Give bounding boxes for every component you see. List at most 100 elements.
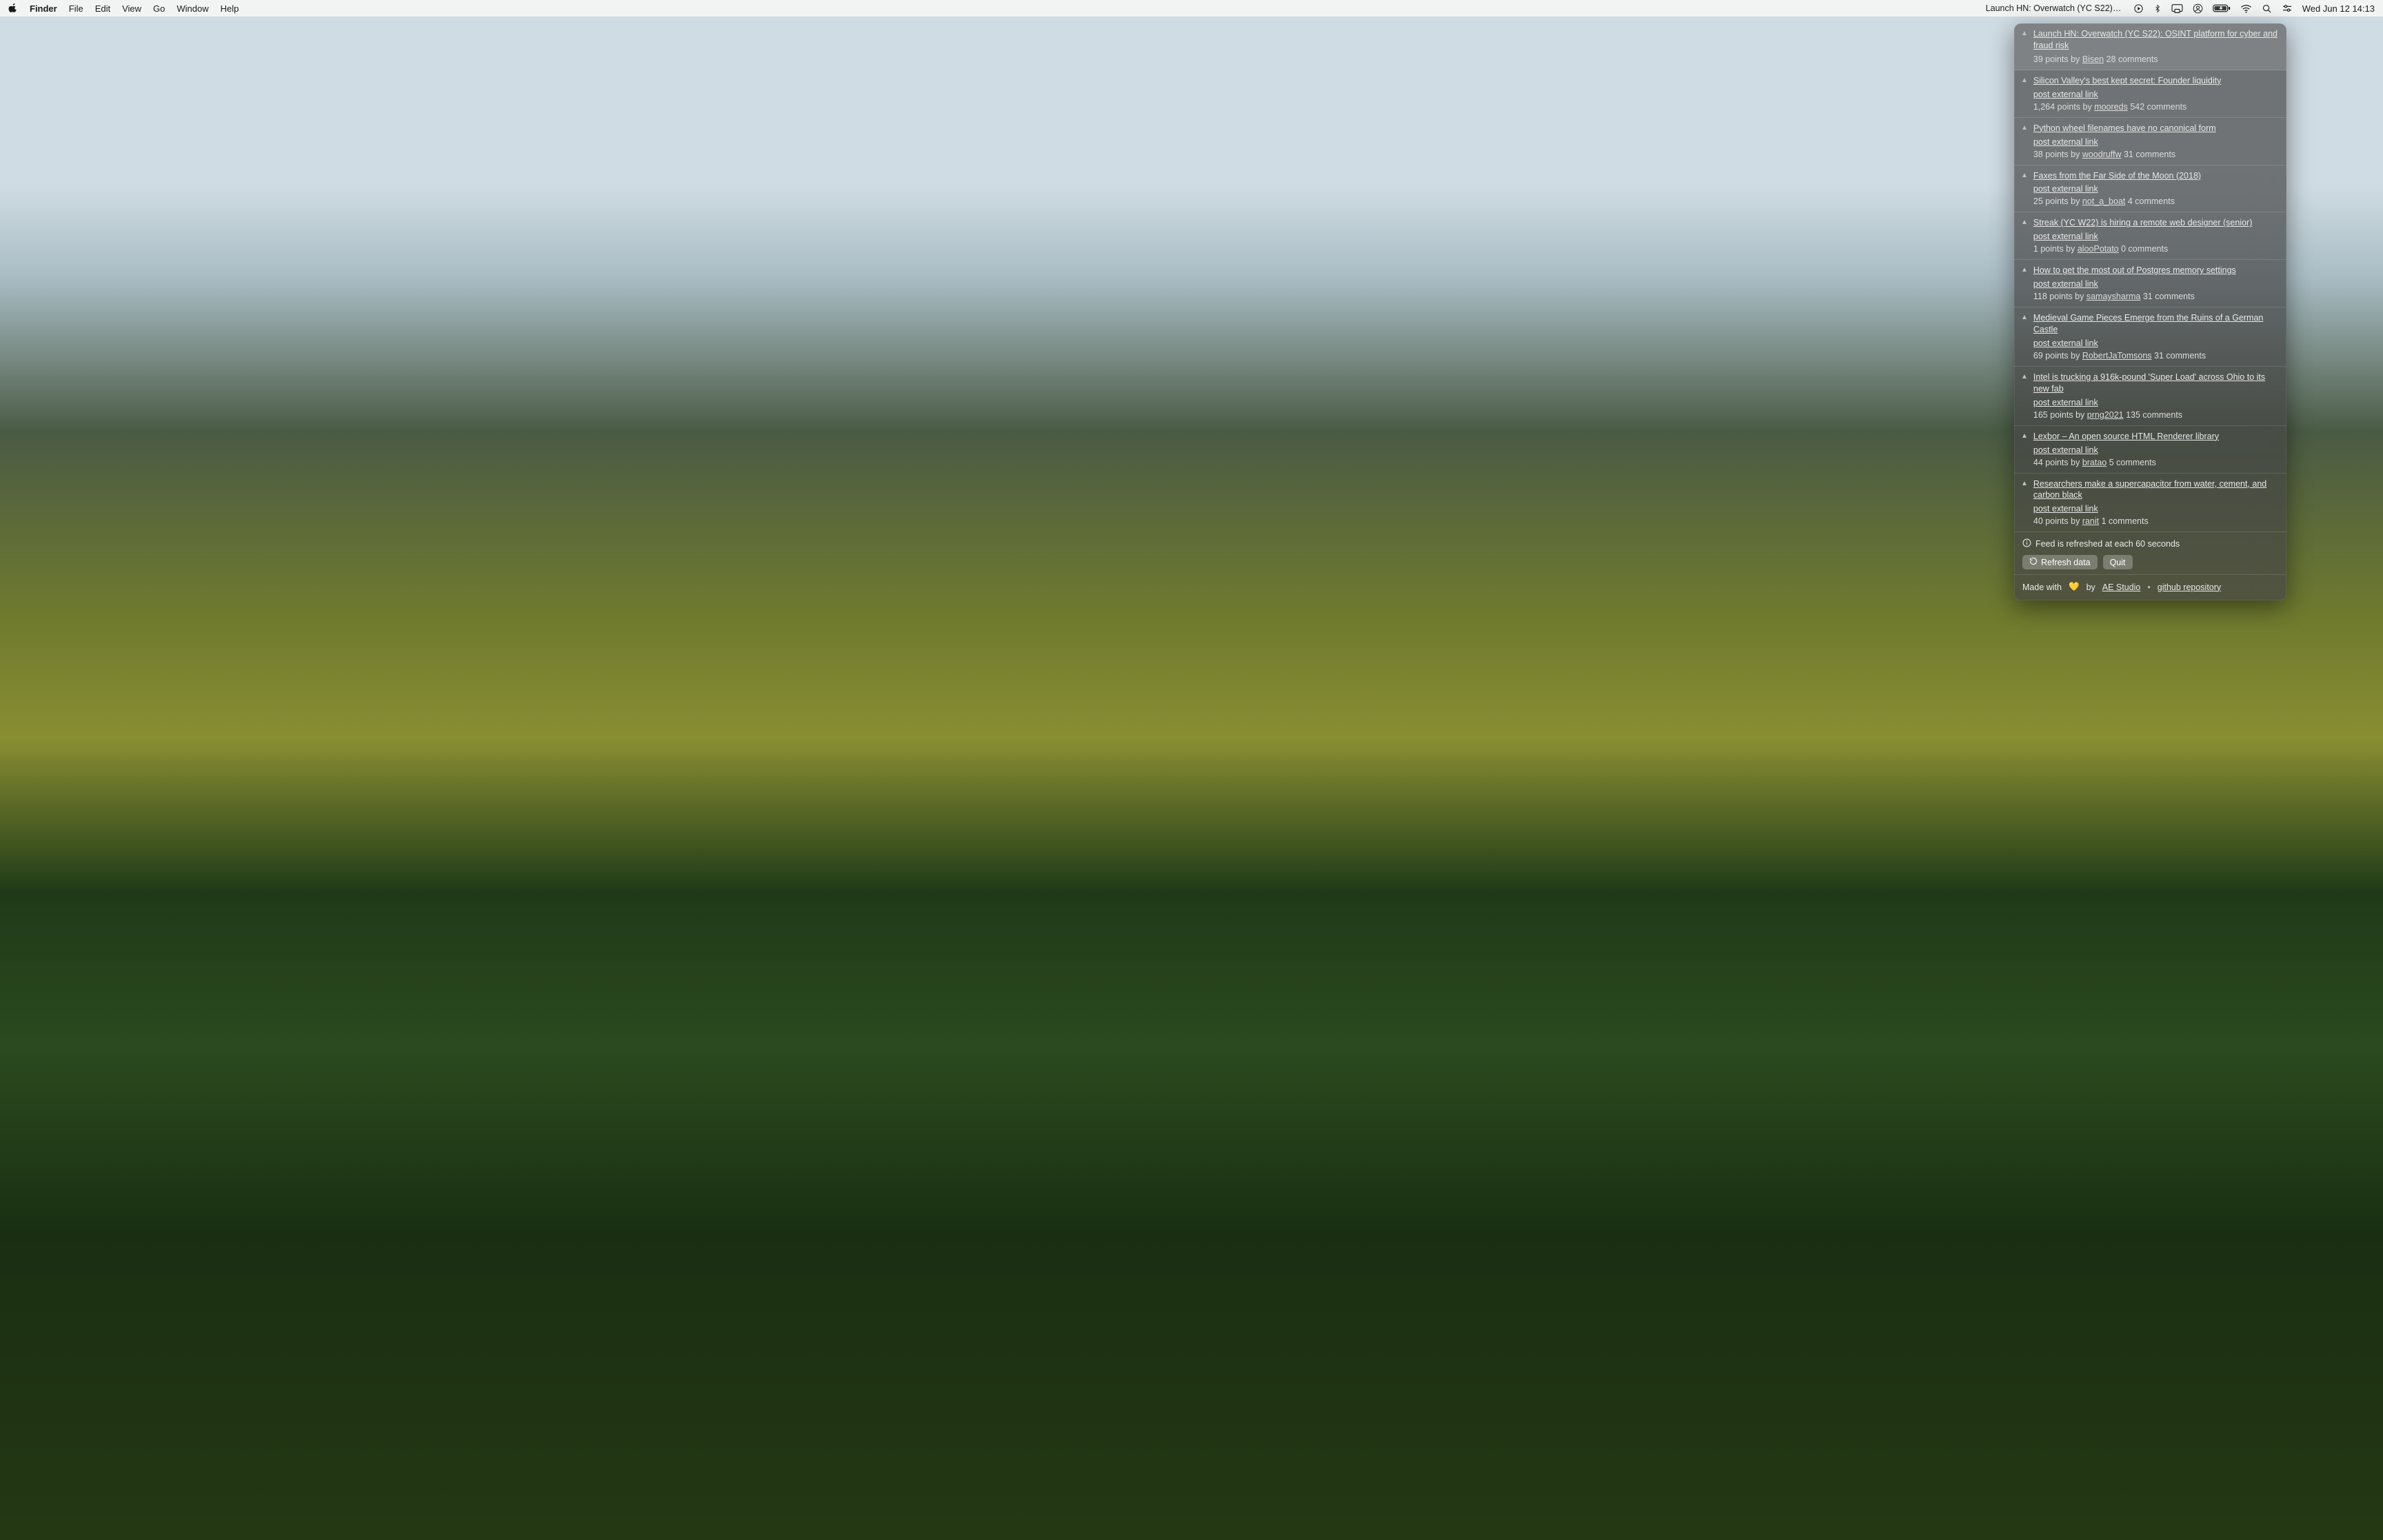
story-title-link[interactable]: How to get the most out of Postgres memo… [2033,265,2236,275]
story-title-link[interactable]: Streak (YC W22) is hiring a remote web d… [2033,218,2252,227]
story-author-link[interactable]: Bisen [2082,54,2104,64]
story-author-link[interactable]: alooPotato [2078,244,2119,254]
story-title-link[interactable]: Medieval Game Pieces Emerge from the Rui… [2033,313,2263,334]
bluetooth-icon[interactable] [2153,3,2162,14]
story-author-link[interactable]: ranit [2082,516,2099,526]
info-icon [2022,538,2031,549]
story-comments-link[interactable]: 4 comments [2128,196,2175,206]
story-external-link[interactable]: post external link [2033,445,2098,455]
story-meta: 40 points by ranit 1 comments [2033,516,2280,526]
story-title-link[interactable]: Intel is trucking a 916k-pound 'Super Lo… [2033,372,2265,394]
control-center-icon[interactable] [2282,3,2293,13]
upvote-icon[interactable]: ▲ [2021,373,2028,381]
story-author-link[interactable]: prng2021 [2087,410,2124,420]
points-by-label: points by [2050,410,2084,420]
story-meta: 165 points by prng2021 135 comments [2033,410,2280,420]
menubar-item-go[interactable]: Go [153,3,165,14]
story-meta: 118 points by samaysharma 31 comments [2033,292,2280,301]
story-comments-link[interactable]: 31 comments [2154,351,2206,361]
upvote-icon[interactable]: ▲ [2021,266,2028,274]
refresh-button-label: Refresh data [2041,558,2091,567]
story-points: 44 [2033,458,2043,467]
upvote-icon[interactable]: ▲ [2021,314,2028,321]
quit-button-label: Quit [2110,558,2126,567]
story-points: 69 [2033,351,2043,361]
story-comments-link[interactable]: 31 comments [2124,150,2175,159]
upvote-icon[interactable]: ▲ [2021,77,2028,84]
story-meta: 69 points by RobertJaTomsons 31 comments [2033,351,2280,361]
story-author-link[interactable]: samaysharma [2087,292,2141,301]
story-meta: 1,264 points by mooreds 542 comments [2033,102,2280,112]
screen-mirroring-icon[interactable] [2171,3,2183,13]
menubar-item-file[interactable]: File [69,3,83,14]
credits-prefix: Made with [2022,582,2062,592]
upvote-icon[interactable]: ▲ [2021,124,2028,132]
upvote-icon[interactable]: ▲ [2021,432,2028,440]
story-title-link[interactable]: Python wheel filenames have no canonical… [2033,123,2216,133]
refresh-button[interactable]: Refresh data [2022,555,2098,569]
story-external-link[interactable]: post external link [2033,90,2098,99]
refresh-icon [2029,557,2038,567]
story-title-link[interactable]: Lexbor – An open source HTML Renderer li… [2033,432,2219,441]
points-by-label: points by [2045,54,2080,64]
heart-icon: 💛 [2069,582,2080,592]
wifi-icon[interactable] [2240,4,2252,13]
credits-separator: • [2147,582,2150,592]
story-external-link[interactable]: post external link [2033,338,2098,348]
menubar-item-help[interactable]: Help [221,3,239,14]
github-repo-link[interactable]: github repository [2158,582,2221,592]
story-points: 39 [2033,54,2043,64]
story-title-link[interactable]: Launch HN: Overwatch (YC S22): OSINT pla… [2033,29,2278,50]
story-comments-link[interactable]: 135 comments [2126,410,2182,420]
apple-icon[interactable] [8,3,18,14]
user-account-icon[interactable] [2193,3,2203,14]
menubar-item-edit[interactable]: Edit [95,3,110,14]
story-external-link[interactable]: post external link [2033,504,2098,514]
story-title-link[interactable]: Faxes from the Far Side of the Moon (201… [2033,171,2201,181]
story-row: ▲ Researchers make a supercapacitor from … [2014,474,2286,533]
story-comments-link[interactable]: 1 comments [2102,516,2149,526]
points-by-label: points by [2049,292,2084,301]
story-comments-link[interactable]: 542 comments [2130,102,2186,112]
menubar-extra-headline[interactable]: Launch HN: Overwatch (YC S22): OSI… [1986,3,2124,13]
story-external-link[interactable]: post external link [2033,398,2098,407]
quit-button[interactable]: Quit [2103,555,2133,569]
story-title-link[interactable]: Silicon Valley's best kept secret: Found… [2033,76,2221,85]
story-row: ▲ Streak (YC W22) is hiring a remote web … [2014,212,2286,260]
ae-studio-link[interactable]: AE Studio [2102,582,2141,592]
story-points: 1 [2033,244,2038,254]
story-meta: 25 points by not_a_boat 4 comments [2033,196,2280,206]
spotlight-search-icon[interactable] [2262,3,2272,14]
story-author-link[interactable]: woodruffw [2082,150,2122,159]
story-points: 165 [2033,410,2048,420]
menubar-item-view[interactable]: View [122,3,141,14]
battery-icon[interactable] [2213,3,2231,13]
upvote-icon[interactable]: ▲ [2021,219,2028,226]
hn-feed-panel: ▲ Launch HN: Overwatch (YC S22): OSINT pl… [2014,23,2286,600]
story-comments-link[interactable]: 5 comments [2109,458,2156,467]
story-author-link[interactable]: not_a_boat [2082,196,2126,206]
story-external-link[interactable]: post external link [2033,137,2098,147]
menubar-app-name[interactable]: Finder [30,3,57,14]
story-external-link[interactable]: post external link [2033,279,2098,289]
menubar-datetime[interactable]: Wed Jun 12 14:13 [2302,3,2375,14]
story-external-link[interactable]: post external link [2033,184,2098,194]
upvote-icon[interactable]: ▲ [2021,30,2028,37]
story-points: 118 [2033,292,2047,301]
story-title-link[interactable]: Researchers make a supercapacitor from w… [2033,479,2266,500]
story-author-link[interactable]: RobertJaTomsons [2082,351,2152,361]
story-external-link[interactable]: post external link [2033,232,2098,241]
menubar-item-window[interactable]: Window [177,3,208,14]
story-meta: 44 points by bratao 5 comments [2033,458,2280,467]
play-media-icon[interactable] [2133,3,2144,14]
story-comments-link[interactable]: 0 comments [2121,244,2168,254]
upvote-icon[interactable]: ▲ [2021,480,2028,487]
story-comments-link[interactable]: 31 comments [2143,292,2195,301]
points-by-label: points by [2040,244,2075,254]
story-author-link[interactable]: mooreds [2094,102,2128,112]
upvote-icon[interactable]: ▲ [2021,172,2028,179]
story-author-link[interactable]: bratao [2082,458,2107,467]
story-comments-link[interactable]: 28 comments [2107,54,2158,64]
story-points: 40 [2033,516,2043,526]
points-by-label: points by [2045,196,2080,206]
